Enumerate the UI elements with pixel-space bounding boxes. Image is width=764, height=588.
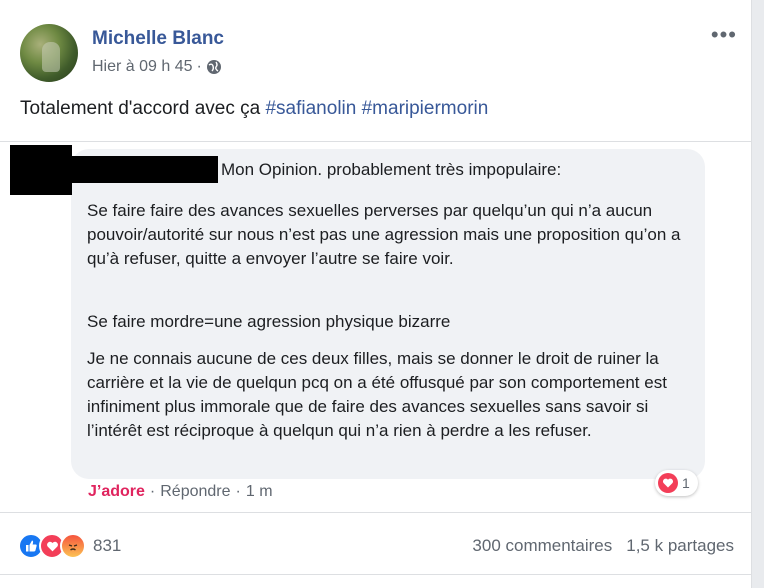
redacted-name	[72, 156, 218, 183]
reaction-summary-bar: 831 300 commentaires 1,5 k partages	[18, 530, 734, 562]
engagement-stats: 300 commentaires 1,5 k partages	[472, 536, 734, 556]
more-options-icon[interactable]: •••	[711, 22, 737, 48]
comment-heading: Mon Opinion. probablement très impopulai…	[221, 160, 562, 179]
globe-icon[interactable]	[206, 59, 222, 75]
comments-count-link[interactable]: 300 commentaires	[472, 536, 612, 556]
reaction-icons[interactable]	[18, 533, 86, 559]
hashtag-maripiermorin[interactable]: #maripiermorin	[362, 98, 489, 119]
action-separator-2: ·	[235, 483, 241, 500]
comment-actions: J’adore · Répondre · 1 m	[88, 483, 273, 501]
post-meta: Hier à 09 h 45 ·	[92, 58, 222, 76]
action-separator: ·	[149, 483, 156, 500]
comment-paragraph-1: Se faire faire des avances sexuelles per…	[87, 201, 681, 268]
comment-time[interactable]: 1 m	[246, 483, 273, 501]
summary-divider	[0, 512, 752, 513]
comment-reaction-badge[interactable]: 1	[655, 470, 698, 496]
angry-icon	[60, 533, 86, 559]
reply-button[interactable]: Répondre	[160, 483, 230, 501]
comment-paragraph-3: Je ne connais aucune de ces deux filles,…	[87, 349, 667, 440]
post-text-body: Totalement d'accord avec ça	[20, 98, 266, 119]
reaction-count[interactable]: 831	[93, 536, 121, 556]
comment-reaction-count: 1	[682, 475, 690, 491]
hashtag-safianolin[interactable]: #safianolin	[265, 98, 356, 119]
shares-count-link[interactable]: 1,5 k partages	[626, 536, 734, 556]
post-timestamp[interactable]: Hier à 09 h 45	[92, 58, 193, 76]
comment-paragraph-2: Se faire mordre=une agression physique b…	[87, 312, 451, 331]
meta-separator: ·	[196, 58, 202, 75]
footer-divider	[0, 574, 752, 575]
heart-icon	[658, 473, 678, 493]
redacted-avatar	[10, 145, 72, 195]
author-name[interactable]: Michelle Blanc	[92, 28, 224, 50]
love-reaction-button[interactable]: J’adore	[88, 483, 145, 501]
author-avatar[interactable]	[20, 24, 78, 82]
content-divider	[0, 141, 752, 142]
post-card: Michelle Blanc Hier à 09 h 45 · ••• Tota…	[0, 0, 752, 588]
post-text: Totalement d'accord avec ça #safianolin …	[20, 98, 488, 120]
